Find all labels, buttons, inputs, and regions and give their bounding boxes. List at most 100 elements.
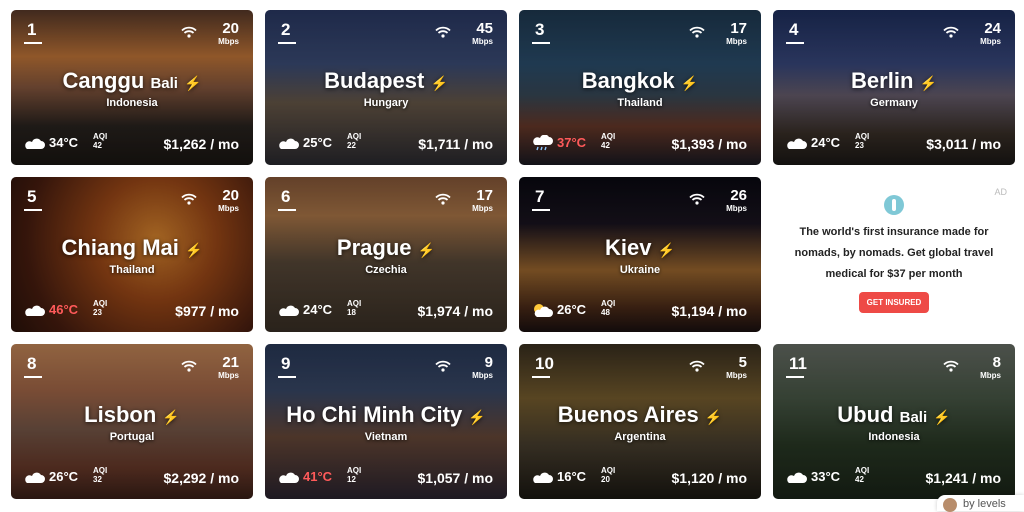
rank-number: 11 <box>789 354 807 373</box>
monthly-cost: $1,262 / mo <box>163 136 240 152</box>
temperature: 24°C <box>811 135 841 150</box>
air-quality: AQI 42 <box>601 132 615 150</box>
city-region: Bali <box>899 409 928 426</box>
country-name: Ukraine <box>619 264 661 276</box>
city-name-text: Berlin <box>851 68 914 93</box>
speed-unit: Mbps <box>472 37 493 46</box>
aqi-value: 18 <box>347 308 356 317</box>
city-name: Ubud Bali ⚡ <box>773 402 1015 428</box>
ad-card[interactable]: AD The world's first insurance made for n… <box>773 177 1015 332</box>
city-card[interactable]: 11 8 Mbps Ubud Bali ⚡ Indonesia 33°C AQI 42 $1,2… <box>773 344 1015 499</box>
speed-value: 9 <box>484 354 493 371</box>
city-name: Canggu Bali ⚡ <box>11 68 253 94</box>
speed-value: 17 <box>476 187 493 204</box>
rank-underline <box>24 376 42 378</box>
city-name-text: Ubud <box>837 402 894 427</box>
city-name: Budapest ⚡ <box>265 68 507 94</box>
city-name-text: Ho Chi Minh City <box>286 402 463 427</box>
internet-speed: 17 Mbps <box>433 187 493 217</box>
speed-value: 5 <box>738 354 747 371</box>
rank-underline <box>278 376 296 378</box>
city-card[interactable]: 8 21 Mbps Lisbon ⚡ Portugal 26°C AQI 32 $2,292 /… <box>11 344 253 499</box>
lightning-icon: ⚡ <box>468 409 486 425</box>
aqi-label: AQI <box>347 299 362 308</box>
air-quality: AQI 42 <box>855 466 869 484</box>
cloud-icon <box>785 135 807 151</box>
internet-speed: 26 Mbps <box>687 187 747 217</box>
rank-number: 4 <box>789 20 799 39</box>
ad-label: AD <box>994 187 1007 197</box>
monthly-cost: $1,194 / mo <box>671 303 748 319</box>
speed-value: 26 <box>730 187 747 204</box>
temperature: 33°C <box>811 469 841 484</box>
rank-number: 3 <box>535 20 545 39</box>
monthly-cost: $2,292 / mo <box>163 470 240 486</box>
speed-unit: Mbps <box>980 371 1001 380</box>
speed-unit: Mbps <box>472 204 493 213</box>
aqi-label: AQI <box>93 466 108 475</box>
speed-value: 45 <box>476 20 493 37</box>
country-name: Hungary <box>363 97 409 109</box>
temperature: 41°C <box>303 469 333 484</box>
insurance-logo-icon <box>884 195 904 215</box>
city-card[interactable]: 9 9 Mbps Ho Chi Minh City ⚡ Vietnam 41°C AQI 12… <box>265 344 507 499</box>
speed-unit: Mbps <box>218 371 239 380</box>
cloud-icon <box>277 135 299 151</box>
monthly-cost: $1,393 / mo <box>671 136 748 152</box>
internet-speed: 20 Mbps <box>179 20 239 50</box>
rank-underline <box>532 376 550 378</box>
aqi-label: AQI <box>601 466 616 475</box>
speed-unit: Mbps <box>726 371 747 380</box>
rank-underline <box>24 209 42 211</box>
monthly-cost: $977 / mo <box>175 303 239 319</box>
rank-underline <box>786 376 804 378</box>
city-name-text: Chiang Mai <box>61 235 179 260</box>
cloud-icon <box>785 469 807 485</box>
get-insured-button[interactable]: GET INSURED <box>859 292 929 313</box>
cloud-icon <box>23 302 45 318</box>
city-card[interactable]: 3 17 Mbps Bangkok ⚡ Thailand 37°C AQI 42 $1,393 … <box>519 10 761 165</box>
country-name: Thailand <box>109 264 155 276</box>
lightning-icon: ⚡ <box>417 242 436 258</box>
city-card[interactable]: 5 20 Mbps Chiang Mai ⚡ Thailand 46°C AQI 23 $977… <box>11 177 253 332</box>
air-quality: AQI 23 <box>93 299 107 317</box>
city-name: Buenos Aires ⚡ <box>519 402 761 428</box>
city-card[interactable]: 4 24 Mbps Berlin ⚡ Germany 24°C AQI 23 $3,011 / … <box>773 10 1015 165</box>
speed-value: 21 <box>222 354 239 371</box>
internet-speed: 5 Mbps <box>687 354 747 384</box>
byline-text: by levels <box>963 498 1006 510</box>
aqi-label: AQI <box>855 466 870 475</box>
country-name: Portugal <box>109 431 155 443</box>
aqi-label: AQI <box>601 299 616 308</box>
city-card[interactable]: 7 26 Mbps Kiev ⚡ Ukraine 26°C AQI 48 $1,194 / mo <box>519 177 761 332</box>
city-name: Lisbon ⚡ <box>11 402 253 428</box>
aqi-label: AQI <box>93 299 108 308</box>
author-badge[interactable]: by levels <box>937 495 1024 512</box>
monthly-cost: $1,241 / mo <box>925 470 1002 486</box>
rank-number: 10 <box>535 354 554 373</box>
country-name: Indonesia <box>868 431 920 443</box>
rank-underline <box>532 209 550 211</box>
internet-speed: 9 Mbps <box>433 354 493 384</box>
lightning-icon: ⚡ <box>933 409 951 425</box>
aqi-label: AQI <box>347 466 362 475</box>
temperature: 34°C <box>49 135 79 150</box>
speed-unit: Mbps <box>726 204 747 213</box>
city-card[interactable]: 10 5 Mbps Buenos Aires ⚡ Argentina 16°C AQI 20 $… <box>519 344 761 499</box>
aqi-value: 42 <box>601 141 610 150</box>
cloud-icon <box>531 469 553 485</box>
speed-value: 20 <box>222 187 239 204</box>
city-card[interactable]: 6 17 Mbps Prague ⚡ Czechia 24°C AQI 18 $1,974 / … <box>265 177 507 332</box>
cloud-icon <box>277 302 299 318</box>
city-name: Ho Chi Minh City ⚡ <box>265 402 507 428</box>
city-card[interactable]: 2 45 Mbps Budapest ⚡ Hungary 25°C AQI 22 $1,711 … <box>265 10 507 165</box>
city-name-text: Lisbon <box>84 402 157 427</box>
rank-number: 5 <box>27 187 37 206</box>
city-name: Chiang Mai ⚡ <box>11 235 253 261</box>
air-quality: AQI 23 <box>855 132 869 150</box>
city-card[interactable]: 1 20 Mbps Canggu Bali ⚡ Indonesia 34°C AQI 42 $1… <box>11 10 253 165</box>
monthly-cost: $1,974 / mo <box>417 303 494 319</box>
temperature: 25°C <box>303 135 333 150</box>
country-name: Czechia <box>365 264 407 276</box>
air-quality: AQI 48 <box>601 299 615 317</box>
